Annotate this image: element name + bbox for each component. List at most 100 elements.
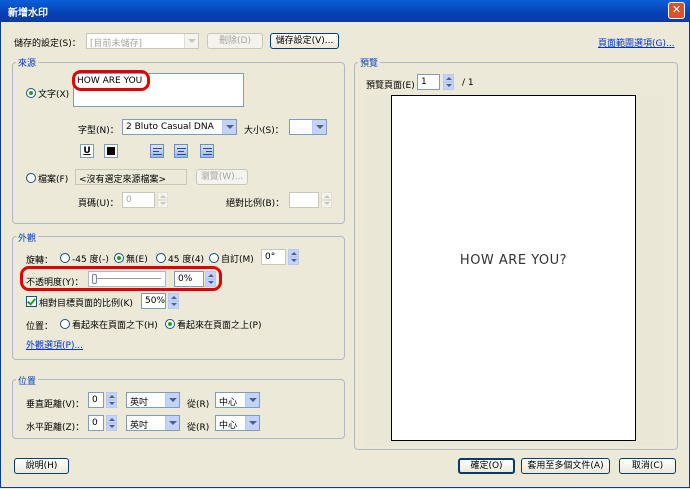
font-select[interactable]: 2 Bluto Casual DNA	[122, 119, 237, 135]
horizontal-distance-value: 0	[92, 418, 98, 428]
opacity-slider[interactable]	[88, 271, 166, 287]
chevron-down-icon	[245, 393, 259, 407]
help-button[interactable]: 說明(H)	[14, 458, 69, 474]
file-radio-label[interactable]: 檔案(F)	[38, 172, 68, 185]
size-label: 大小(S)：	[244, 126, 284, 136]
horizontal-from-value: 中心	[219, 421, 238, 431]
relative-scale-value: 50%	[145, 296, 166, 306]
saved-settings-select[interactable]: [目前未儲存]	[86, 33, 199, 49]
opacity-input[interactable]: 0%	[174, 271, 204, 287]
preview-page-value: 1	[421, 77, 427, 87]
apply-multiple-button[interactable]: 套用至多個文件(A)	[521, 458, 610, 474]
vertical-unit-select[interactable]: 英吋	[126, 392, 180, 408]
absolute-scale-label: 絕對比例(B)：	[226, 199, 285, 209]
position-front-radio[interactable]	[165, 319, 175, 329]
source-file-value: <沒有選定來源檔案>	[79, 175, 167, 185]
rotation-none-radio[interactable]	[114, 253, 124, 263]
vertical-distance-label: 垂直距離(V)：	[26, 400, 85, 410]
preview-legend: 預覽	[358, 56, 381, 69]
delete-button[interactable]: 刪除(D)	[207, 33, 263, 49]
underline-button[interactable]: U	[80, 144, 94, 158]
horizontal-distance-spinner[interactable]	[106, 415, 117, 431]
chevron-down-icon	[184, 34, 198, 48]
preview-page	[391, 95, 636, 441]
preview-watermark-text: HOW ARE YOU?	[459, 253, 568, 268]
horizontal-unit-select[interactable]: 英吋	[126, 415, 180, 431]
color-button[interactable]	[104, 144, 118, 158]
source-file-field: <沒有選定來源檔案>	[75, 169, 187, 185]
page-number-spinner[interactable]	[157, 192, 168, 208]
title-bar	[0, 0, 690, 22]
vertical-from-label: 從(R)	[187, 400, 210, 410]
position-behind-radio[interactable]	[60, 319, 70, 329]
page-number-label: 頁碼(U)：	[78, 199, 119, 209]
horizontal-distance-input[interactable]: 0	[88, 415, 104, 431]
rotation-custom-label[interactable]: 自訂(M)	[221, 252, 254, 265]
preview-page-total: / 1	[462, 78, 474, 88]
position-legend: 位置	[16, 374, 39, 387]
opacity-spinner[interactable]	[205, 271, 216, 287]
position-behind-label[interactable]: 看起來在頁面之下(H)	[72, 318, 158, 331]
horizontal-from-label: 從(R)	[187, 423, 210, 433]
text-radio[interactable]	[26, 88, 36, 98]
position-front-label[interactable]: 看起來在頁面之上(P)	[177, 318, 261, 331]
vertical-distance-value: 0	[92, 395, 98, 405]
saved-settings-value: [目前未儲存]	[90, 39, 143, 49]
cancel-button[interactable]: 取消(C)	[619, 458, 676, 474]
rotation-custom-radio[interactable]	[209, 253, 219, 263]
rotation-neg45-radio[interactable]	[60, 253, 70, 263]
align-right-button[interactable]	[200, 144, 214, 158]
chevron-down-icon	[165, 416, 179, 430]
rotation-45-radio[interactable]	[156, 253, 166, 263]
relative-scale-checkbox[interactable]	[26, 296, 37, 307]
save-settings-button[interactable]: 儲存設定(V)...	[270, 33, 339, 49]
relative-scale-label[interactable]: 相對目標頁面的比例(K)	[39, 296, 133, 309]
rotation-none-label[interactable]: 無(E)	[126, 252, 148, 265]
page-number-input[interactable]: 0	[122, 192, 155, 208]
font-value: 2 Bluto Casual DNA	[126, 122, 214, 132]
chevron-down-icon	[312, 120, 326, 134]
saved-settings-label: 儲存的設定(S)：	[14, 39, 81, 49]
ok-button[interactable]: 確定(O)	[458, 458, 515, 474]
appearance-options-link[interactable]: 外觀選項(P)...	[26, 338, 83, 351]
align-left-button[interactable]	[150, 144, 164, 158]
absolute-scale-input[interactable]	[289, 192, 319, 208]
vertical-distance-spinner[interactable]	[106, 392, 117, 408]
rotation-spinner[interactable]	[288, 249, 299, 265]
rotation-neg45-label[interactable]: -45 度(-)	[72, 252, 109, 265]
window-title: 新增水印	[8, 8, 48, 19]
preview-page-label: 預覽頁面(E)	[366, 81, 415, 91]
opacity-slider-thumb[interactable]	[92, 274, 97, 284]
rotation-custom-input[interactable]: 0°	[261, 249, 286, 265]
text-radio-label[interactable]: 文字(X)	[38, 87, 69, 100]
file-radio[interactable]	[26, 173, 36, 183]
opacity-value: 0%	[178, 274, 193, 284]
appearance-legend: 外觀	[16, 231, 39, 244]
relative-scale-input[interactable]: 50%	[141, 293, 166, 309]
size-select[interactable]	[289, 119, 327, 135]
vertical-distance-input[interactable]: 0	[88, 392, 104, 408]
chevron-down-icon	[165, 393, 179, 407]
relative-scale-spinner[interactable]	[168, 293, 179, 309]
vertical-from-select[interactable]: 中心	[215, 392, 260, 408]
align-center-button[interactable]	[174, 144, 188, 158]
page-range-options-link[interactable]: 頁面範圍選項(G)...	[598, 36, 675, 49]
preview-page-spinner[interactable]	[443, 74, 454, 90]
absolute-scale-spinner[interactable]	[321, 192, 332, 208]
preview-page-input[interactable]: 1	[417, 74, 440, 90]
browse-button[interactable]: 瀏覽(W)...	[196, 169, 248, 185]
horizontal-from-select[interactable]: 中心	[215, 415, 260, 431]
chevron-down-icon	[245, 416, 259, 430]
font-label: 字型(N)：	[78, 126, 119, 136]
vertical-unit-value: 英吋	[130, 398, 149, 408]
horizontal-unit-value: 英吋	[130, 421, 149, 431]
opacity-label: 不透明度(Y)：	[26, 278, 84, 288]
position-label: 位置：	[26, 322, 54, 332]
page-number-value: 0	[126, 195, 132, 205]
chevron-down-icon	[222, 120, 236, 134]
close-button[interactable]: ✕	[668, 2, 685, 19]
rotation-45-label[interactable]: 45 度(4)	[168, 252, 204, 265]
color-swatch-icon	[107, 147, 115, 155]
horizontal-distance-label: 水平距離(Z)：	[26, 423, 85, 433]
rotation-custom-value: 0°	[265, 252, 276, 262]
